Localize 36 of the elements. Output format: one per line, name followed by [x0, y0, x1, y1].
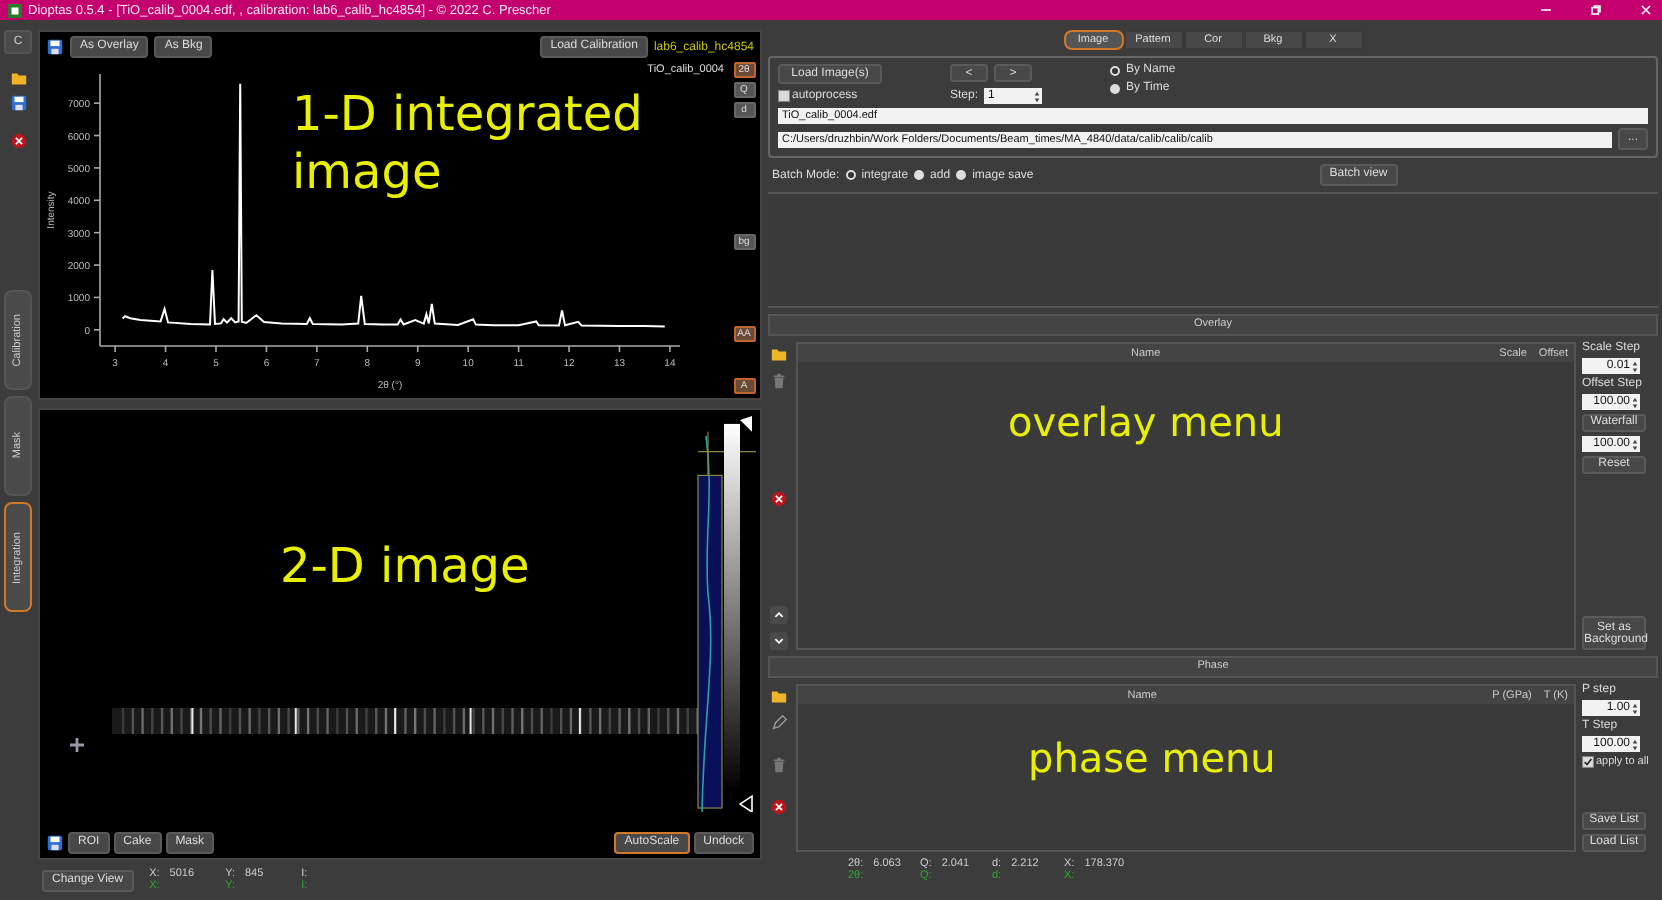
- folder-icon[interactable]: [9, 70, 27, 88]
- radio-button[interactable]: [845, 170, 856, 180]
- close-icon[interactable]: [1638, 2, 1654, 18]
- app-icon: [8, 3, 22, 17]
- spin-arrows-icon[interactable]: [1632, 437, 1638, 451]
- spin-arrows-icon[interactable]: [1632, 737, 1638, 751]
- radio-button[interactable]: [956, 170, 967, 180]
- trash-icon[interactable]: [770, 372, 788, 390]
- folder-icon[interactable]: [770, 346, 788, 364]
- delete-icon[interactable]: [770, 489, 788, 507]
- save-icon[interactable]: [46, 38, 64, 56]
- spin-arrows-icon[interactable]: [1632, 701, 1638, 715]
- restore-icon[interactable]: [1588, 2, 1604, 18]
- move-up-icon[interactable]: [770, 606, 788, 624]
- pencil-icon[interactable]: [770, 714, 788, 732]
- annotation-text: 2-D image: [280, 538, 530, 596]
- spin-arrows-icon[interactable]: [1632, 359, 1638, 373]
- folder-icon[interactable]: [770, 688, 788, 706]
- move-down-icon[interactable]: [770, 632, 788, 650]
- annotation-text: overlay menu: [1008, 396, 1284, 450]
- histogram-colorbar-drawing[interactable]: [696, 416, 756, 812]
- trash-icon[interactable]: [770, 756, 788, 774]
- save-icon[interactable]: [9, 94, 27, 112]
- radio-button[interactable]: [1110, 83, 1121, 93]
- save-icon[interactable]: [46, 834, 64, 852]
- radio-button[interactable]: [914, 170, 925, 180]
- spin-arrows-icon[interactable]: [1632, 395, 1638, 409]
- delete-icon[interactable]: [9, 132, 27, 150]
- delete-icon[interactable]: [770, 798, 788, 816]
- checkbox[interactable]: [1582, 756, 1594, 768]
- crosshair-icon: [70, 738, 84, 752]
- checkbox[interactable]: [778, 90, 790, 102]
- annotation-text: phase menu: [1028, 732, 1276, 786]
- radio-button[interactable]: [1110, 65, 1121, 75]
- annotation-text: 1-D integrated image: [292, 86, 645, 202]
- spin-arrows-icon[interactable]: [1034, 89, 1041, 103]
